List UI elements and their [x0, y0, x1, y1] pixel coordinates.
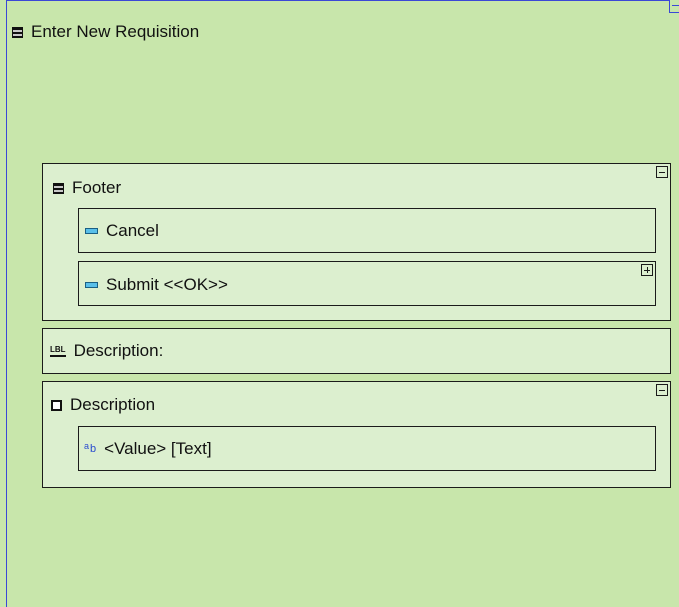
window-title-row: Enter New Requisition — [12, 22, 199, 42]
collapse-window-toggle[interactable] — [669, 0, 679, 13]
expand-submit-toggle[interactable] — [641, 264, 653, 276]
description-label-item[interactable]: LBL Description: — [42, 328, 671, 374]
text-field-icon: ab — [84, 441, 97, 455]
submit-button-item[interactable]: Submit <<OK>> — [78, 261, 656, 306]
button-icon — [85, 282, 98, 288]
description-group[interactable]: Description ab <Value> [Text] — [42, 381, 671, 488]
frame-icon — [51, 399, 62, 411]
description-label-row: LBL Description: — [50, 341, 163, 361]
cancel-label: Cancel — [106, 221, 159, 240]
description-value-label: <Value> [Text] — [104, 439, 212, 458]
footer-title-row: Footer — [53, 178, 121, 198]
footer-group[interactable]: Footer Cancel Submit <<OK>> — [42, 163, 671, 321]
description-value-row: ab <Value> [Text] — [84, 439, 212, 459]
cancel-button-item[interactable]: Cancel — [78, 208, 656, 253]
cancel-row: Cancel — [85, 221, 159, 241]
collapse-description-toggle[interactable] — [656, 384, 668, 396]
button-icon — [85, 228, 98, 234]
label-icon: LBL — [50, 345, 66, 357]
description-group-title: Description — [70, 395, 156, 414]
description-group-title-row: Description — [51, 395, 155, 415]
description-label-text: Description: — [73, 341, 164, 360]
form-icon — [53, 182, 64, 194]
description-value-field[interactable]: ab <Value> [Text] — [78, 426, 656, 471]
requisition-window: Enter New Requisition Footer Cancel Subm… — [6, 0, 679, 607]
footer-title: Footer — [72, 178, 122, 197]
submit-label: Submit <<OK>> — [106, 275, 228, 294]
window-title: Enter New Requisition — [31, 22, 200, 41]
form-icon — [12, 26, 23, 38]
collapse-footer-toggle[interactable] — [656, 166, 668, 178]
submit-row: Submit <<OK>> — [85, 275, 228, 295]
